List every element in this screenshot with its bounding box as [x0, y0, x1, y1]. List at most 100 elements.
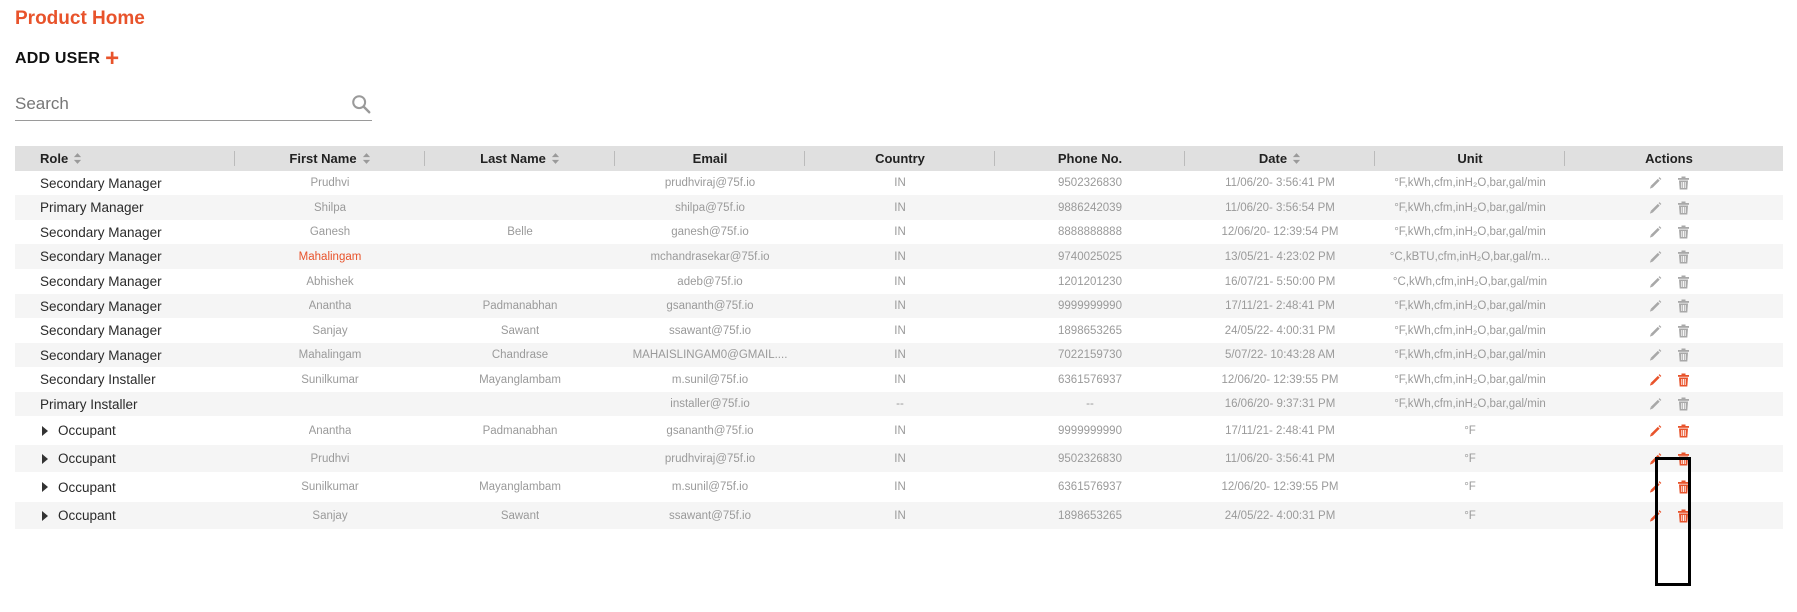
cell-text-phone: 9502326830 — [1058, 452, 1122, 465]
sort-icon[interactable] — [362, 153, 371, 164]
pencil-icon[interactable] — [1649, 225, 1662, 239]
cell-text-date: 16/06/20- 9:37:31 PM — [1224, 398, 1336, 410]
cell-text-unit: °F,kWh,cfm,inH₂O,bar,gal/min — [1394, 300, 1546, 312]
trash-icon[interactable] — [1677, 250, 1690, 264]
cell-text-first: Prudhvi — [310, 177, 350, 189]
add-user-button[interactable]: ADD USER + — [15, 47, 119, 71]
cell-text-last: Mayanglambam — [479, 373, 561, 386]
cell-actions — [1565, 299, 1773, 313]
cell-email: prudhviraj@75f.io — [615, 177, 805, 189]
cell-phone: -- — [995, 398, 1185, 410]
column-header-date[interactable]: Date — [1185, 146, 1375, 171]
pencil-icon[interactable] — [1649, 275, 1662, 289]
cell-email: ssawant@75f.io — [615, 510, 805, 522]
cell-text-first: Abhishek — [306, 275, 354, 288]
cell-text-country: -- — [896, 398, 904, 410]
column-header-label: Country — [875, 151, 925, 166]
column-header-last[interactable]: Last Name — [425, 146, 615, 171]
cell-text-country: IN — [894, 373, 906, 386]
cell-actions — [1565, 348, 1773, 362]
cell-unit: °F,kWh,cfm,inH₂O,bar,gal/min — [1375, 226, 1565, 238]
caret-right-icon[interactable] — [42, 453, 48, 464]
cell-text-role: Secondary Manager — [40, 224, 162, 240]
column-header-role[interactable]: Role — [15, 146, 235, 171]
cell-first: Shilpa — [235, 202, 425, 214]
cell-text-date: 17/11/21- 2:48:41 PM — [1225, 300, 1335, 312]
pencil-icon[interactable] — [1649, 324, 1662, 338]
cell-text-country: IN — [894, 481, 906, 493]
sort-icon[interactable] — [1292, 153, 1301, 164]
cell-unit: °F — [1375, 510, 1565, 522]
cell-email: gsananth@75f.io — [615, 300, 805, 312]
cell-text-role: Primary Manager — [40, 200, 144, 215]
column-header-label: Last Name — [480, 151, 546, 166]
table-row: Secondary Installer Sunilkumar Mayanglamba… — [15, 367, 1783, 392]
cell-text-role: Secondary Manager — [40, 298, 162, 314]
cell-country: IN — [805, 481, 995, 493]
trash-icon[interactable] — [1677, 225, 1690, 239]
cell-actions — [1565, 201, 1773, 215]
cell-text-role: Occupant — [58, 508, 116, 523]
cell-country: IN — [805, 177, 995, 189]
cell-text-country: IN — [894, 275, 906, 288]
cell-last: Mayanglambam — [425, 374, 615, 386]
column-header-label: Actions — [1645, 151, 1693, 166]
cell-first: Sanjay — [235, 325, 425, 337]
cell-text-country: IN — [894, 177, 906, 189]
trash-icon[interactable] — [1677, 348, 1690, 362]
caret-right-icon[interactable] — [42, 425, 48, 436]
cell-text-date: 24/05/22- 4:00:31 PM — [1224, 324, 1336, 337]
trash-icon[interactable] — [1677, 324, 1690, 338]
pencil-icon[interactable] — [1649, 397, 1662, 411]
table-row: Occupant Prudhvi prudhviraj@75f.io IN 950232… — [15, 445, 1783, 472]
search-input[interactable] — [15, 90, 335, 118]
pencil-icon[interactable] — [1649, 201, 1662, 215]
cell-role: Secondary Manager — [15, 323, 235, 338]
sort-icon[interactable] — [73, 153, 82, 164]
cell-text-first: Ganesh — [309, 226, 351, 238]
cell-first: Mahalingam — [235, 349, 425, 361]
cell-role: Secondary Manager — [15, 274, 235, 289]
pencil-icon[interactable] — [1649, 299, 1662, 313]
trash-icon[interactable] — [1677, 424, 1690, 438]
trash-icon[interactable] — [1677, 373, 1690, 387]
cell-country: IN — [805, 251, 995, 263]
sort-icon[interactable] — [551, 153, 560, 164]
cell-text-role: Secondary Manager — [40, 175, 162, 191]
table-row: Secondary Manager Abhishek adeb@75f.io IN 12… — [15, 269, 1783, 294]
pencil-icon[interactable] — [1649, 424, 1662, 438]
pencil-icon[interactable] — [1649, 176, 1662, 190]
table-row: Secondary Manager Mahalingam mchandrasekar… — [15, 244, 1783, 269]
cell-date: 12/06/20- 12:39:55 PM — [1185, 481, 1375, 493]
highlight-box — [1655, 457, 1691, 586]
trash-icon[interactable] — [1677, 201, 1690, 215]
cell-role: Secondary Manager — [15, 176, 235, 191]
trash-icon[interactable] — [1677, 176, 1690, 190]
cell-country: IN — [805, 226, 995, 238]
cell-email: adeb@75f.io — [615, 276, 805, 288]
pencil-icon[interactable] — [1649, 250, 1662, 264]
caret-right-icon[interactable] — [42, 482, 48, 492]
cell-text-role: Secondary Installer — [40, 372, 156, 387]
search-icon[interactable] — [350, 93, 372, 115]
pencil-icon[interactable] — [1649, 348, 1662, 362]
trash-icon[interactable] — [1677, 275, 1690, 289]
cell-text-country: IN — [894, 226, 906, 238]
caret-right-icon[interactable] — [42, 510, 48, 521]
cell-date: 16/06/20- 9:37:31 PM — [1185, 398, 1375, 410]
cell-text-date: 11/06/20- 3:56:41 PM — [1225, 452, 1335, 465]
column-header-label: First Name — [289, 151, 357, 166]
column-header-email: Email — [615, 146, 805, 171]
cell-phone: 9999999990 — [995, 425, 1185, 437]
cell-first: Anantha — [235, 300, 425, 312]
cell-unit: °F,kWh,cfm,inH₂O,bar,gal/min — [1375, 374, 1565, 386]
cell-email: MAHAISLINGAM0@GMAIL.... — [615, 349, 805, 361]
cell-text-first: Anantha — [308, 300, 352, 312]
cell-phone: 1898653265 — [995, 510, 1185, 522]
column-header-first[interactable]: First Name — [235, 146, 425, 171]
cell-text-first: Anantha — [308, 424, 352, 437]
pencil-icon[interactable] — [1649, 373, 1662, 387]
trash-icon[interactable] — [1677, 299, 1690, 313]
trash-icon[interactable] — [1677, 397, 1690, 411]
cell-country: IN — [805, 325, 995, 337]
